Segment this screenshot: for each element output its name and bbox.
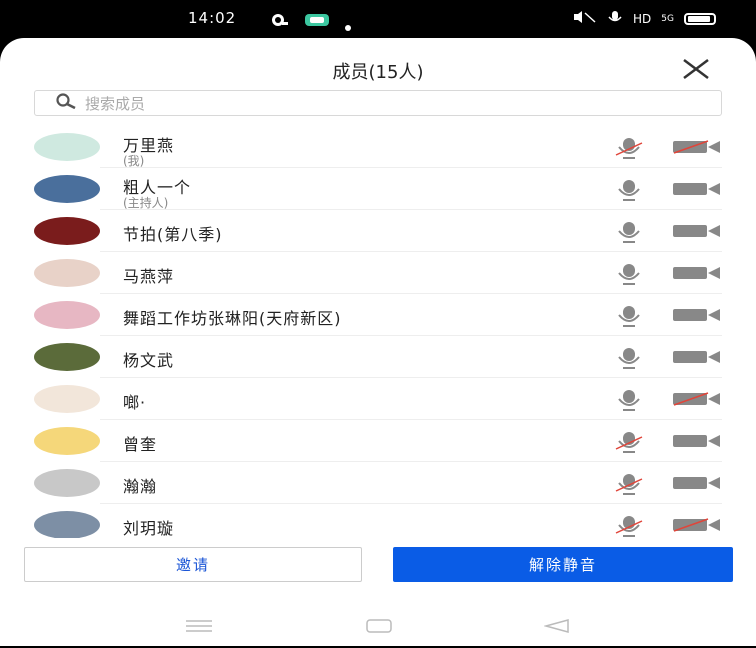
member-name: 杨文武 — [123, 351, 175, 370]
member-row[interactable]: 万里燕 (我) — [0, 126, 756, 168]
member-row[interactable]: 杨文武 — [0, 336, 756, 378]
app-q-icon — [270, 12, 292, 31]
avatar — [34, 469, 100, 497]
mic-muted-icon[interactable] — [614, 137, 644, 159]
member-name: 马燕萍 — [123, 267, 175, 286]
mic-muted-icon[interactable] — [614, 515, 644, 537]
close-icon[interactable] — [682, 58, 710, 80]
avatar — [34, 217, 100, 245]
back-nav-icon[interactable] — [543, 618, 570, 637]
search-icon — [55, 93, 77, 113]
member-row[interactable]: 节拍(第八季) — [0, 210, 756, 252]
menu-nav-icon[interactable] — [186, 618, 212, 637]
member-row[interactable]: 曾奎 — [0, 420, 756, 462]
avatar — [34, 427, 100, 455]
avatar — [34, 301, 100, 329]
member-name: 舞蹈工作坊张琳阳(天府新区) — [123, 309, 342, 328]
member-name: 刘玥璇 — [123, 519, 175, 538]
camera-off-icon[interactable] — [672, 391, 722, 407]
member-row[interactable]: 啷· — [0, 378, 756, 420]
member-row[interactable]: 粗人一个 (主持人) — [0, 168, 756, 210]
status-bar: 14:02 HD 5G — [0, 0, 756, 38]
camera-icon[interactable] — [672, 349, 722, 365]
camera-icon[interactable] — [672, 307, 722, 323]
camera-off-icon[interactable] — [672, 139, 722, 155]
status-right: HD 5G — [571, 10, 716, 27]
member-name: 瀚瀚 — [123, 477, 158, 496]
unmute-all-button[interactable]: 解除静音 — [393, 547, 733, 582]
member-row[interactable]: 刘玥璇 — [0, 504, 756, 538]
mic-muted-icon[interactable] — [614, 473, 644, 495]
system-nav-bar — [0, 608, 756, 648]
search-placeholder: 搜索成员 — [85, 94, 146, 113]
dot-icon — [345, 16, 351, 35]
member-name: 啷· — [123, 393, 147, 412]
network-label: 5G — [661, 13, 674, 24]
mute-status-icon — [571, 10, 597, 27]
member-name: 曾奎 — [123, 435, 158, 454]
members-sheet: 成员(15人) 搜索成员 万里燕 (我) 粗人一个 (主持人) 节拍(第八季) 马燕萍舞蹈… — [0, 38, 756, 646]
mic-icon[interactable] — [614, 389, 644, 411]
mic-muted-icon[interactable] — [614, 431, 644, 453]
search-input[interactable]: 搜索成员 — [34, 90, 722, 116]
camera-icon[interactable] — [672, 181, 722, 197]
avatar — [34, 259, 100, 287]
app-badge-icon — [304, 12, 332, 31]
battery-icon — [684, 12, 716, 25]
member-row[interactable]: 舞蹈工作坊张琳阳(天府新区) — [0, 294, 756, 336]
camera-icon[interactable] — [672, 433, 722, 449]
avatar — [34, 175, 100, 203]
status-time: 14:02 — [188, 9, 237, 27]
sheet-title: 成员(15人) — [332, 62, 424, 83]
mic-icon[interactable] — [614, 347, 644, 369]
member-name: 节拍(第八季) — [123, 225, 223, 244]
mic-icon[interactable] — [614, 263, 644, 285]
member-list[interactable]: 万里燕 (我) 粗人一个 (主持人) 节拍(第八季) 马燕萍舞蹈工作坊张琳阳(天府新区) 杨… — [0, 126, 756, 538]
camera-icon[interactable] — [672, 475, 722, 491]
avatar — [34, 385, 100, 413]
camera-off-icon[interactable] — [672, 517, 722, 533]
member-row[interactable]: 马燕萍 — [0, 252, 756, 294]
home-nav-icon[interactable] — [366, 618, 392, 637]
mic-icon[interactable] — [614, 305, 644, 327]
avatar — [34, 133, 100, 161]
camera-icon[interactable] — [672, 223, 722, 239]
mic-icon[interactable] — [614, 221, 644, 243]
member-row[interactable]: 瀚瀚 — [0, 462, 756, 504]
camera-icon[interactable] — [672, 265, 722, 281]
avatar — [34, 343, 100, 371]
mic-icon[interactable] — [614, 179, 644, 201]
mic-status-icon — [607, 10, 623, 27]
invite-button[interactable]: 邀请 — [24, 547, 362, 582]
hd-label: HD — [633, 11, 652, 26]
avatar — [34, 511, 100, 538]
